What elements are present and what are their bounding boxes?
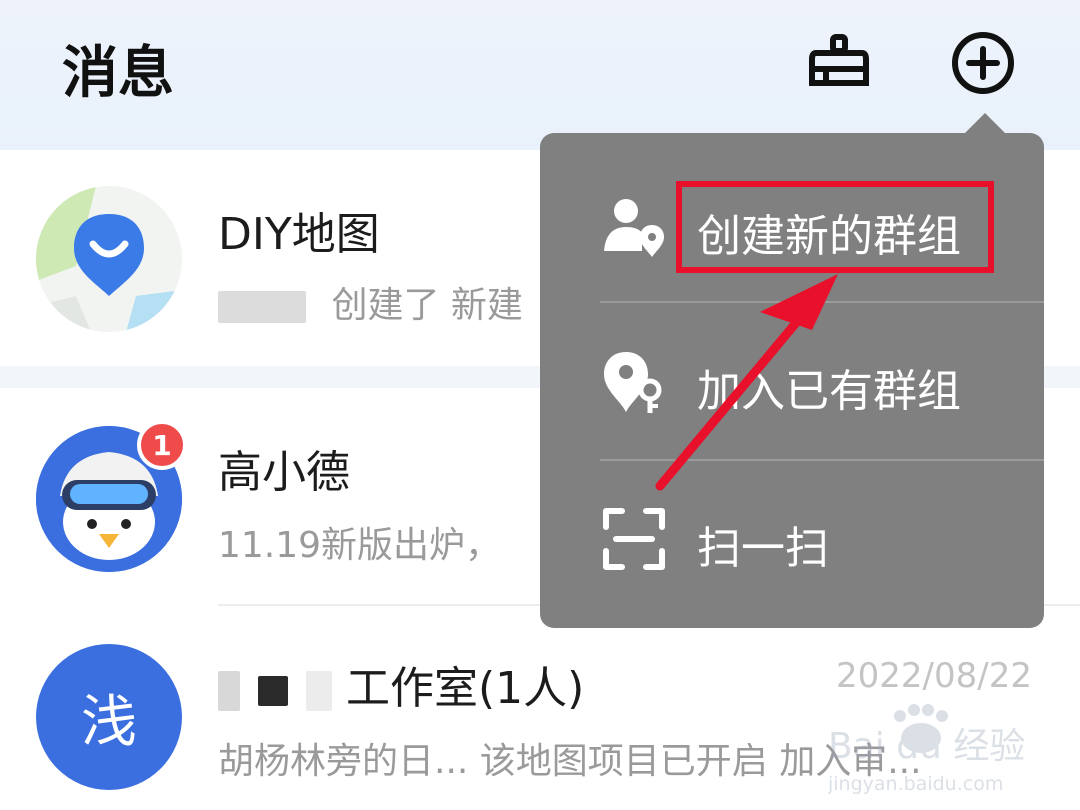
watermark-brand: Bai du 经验 [828,726,1025,767]
watermark-url: jingyan.baidu.com [828,773,1003,795]
baidu-watermark: Bai du 经验 jingyan.baidu.com [827,700,1038,800]
annotation-arrow [655,274,838,491]
